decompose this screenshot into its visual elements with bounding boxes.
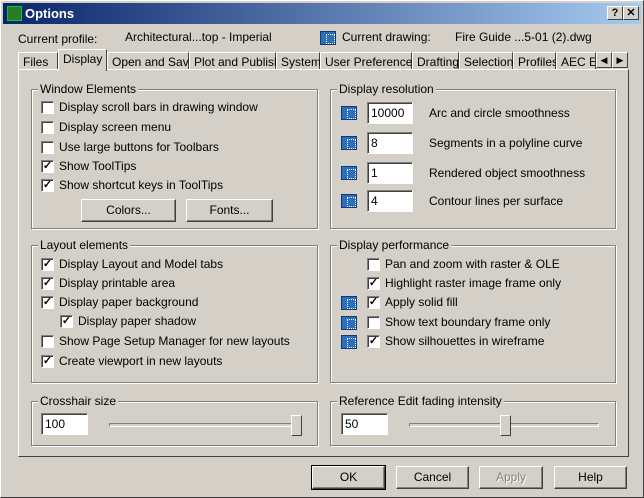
checkbox[interactable]	[41, 335, 54, 348]
group-title: Display performance	[337, 238, 452, 252]
checkbox[interactable]: ✓	[367, 335, 380, 348]
checkbox-label: Pan and zoom with raster & OLE	[385, 257, 560, 271]
checkbox-label: Show text boundary frame only	[385, 315, 551, 329]
checkbox-label: Create viewport in new layouts	[59, 354, 223, 368]
tab-user-preferences[interactable]: User Preferences	[320, 52, 418, 70]
app-icon	[7, 6, 22, 21]
checkbox[interactable]: ✓	[41, 296, 54, 309]
crosshair-size-slider-thumb[interactable]	[291, 415, 302, 436]
group-title: Window Elements	[38, 82, 139, 96]
drawing-setting-icon	[341, 166, 357, 180]
resolution-input[interactable]: 8	[367, 132, 413, 154]
checkbox-label: Display scroll bars in drawing window	[59, 100, 258, 114]
resolution-label: Rendered object smoothness	[429, 166, 586, 180]
window-title: Options	[25, 6, 75, 21]
fonts-button[interactable]: Fonts...	[186, 199, 273, 222]
resolution-label: Segments in a polyline curve	[429, 136, 583, 150]
drawing-setting-icon	[341, 296, 357, 310]
checkbox[interactable]: ✓	[367, 296, 380, 309]
group-title: Reference Edit fading intensity	[337, 394, 504, 408]
checkbox-label: Display printable area	[59, 276, 176, 290]
group-title: Layout elements	[38, 238, 131, 252]
group-title: Display resolution	[337, 82, 436, 96]
tab-display[interactable]: Display	[58, 49, 107, 71]
tab-drafting[interactable]: Drafting	[412, 52, 459, 70]
group-title: Crosshair size	[38, 394, 119, 408]
checkbox[interactable]: ✓	[367, 277, 380, 290]
checkbox[interactable]: ✓	[41, 179, 54, 192]
drawing-setting-icon	[341, 316, 357, 330]
checkbox[interactable]	[41, 141, 54, 154]
checkbox-label: Highlight raster image frame only	[385, 276, 562, 290]
checkbox-label: Apply solid fill	[385, 295, 458, 309]
tab-system[interactable]: System	[276, 52, 321, 70]
checkbox[interactable]: ✓	[41, 277, 54, 290]
crosshair-size-input[interactable]: 100	[41, 413, 88, 435]
resolution-label: Contour lines per surface	[429, 194, 564, 208]
checkbox[interactable]: ✓	[41, 160, 54, 173]
colors-button[interactable]: Colors...	[81, 199, 176, 222]
checkbox-label: Show silhouettes in wireframe	[385, 334, 545, 348]
resolution-input[interactable]: 1	[367, 162, 413, 184]
checkbox[interactable]: ✓	[41, 258, 54, 271]
current-drawing-value: Fire Guide ...5-01 (2).dwg	[455, 30, 592, 44]
tab-scroll-left-button[interactable]: ◀	[596, 52, 612, 68]
ok-button[interactable]: OK	[311, 465, 386, 490]
drawing-setting-icon	[341, 136, 357, 150]
resolution-input[interactable]: 10000	[367, 102, 413, 124]
reference-edit-fading-slider-thumb[interactable]	[500, 415, 511, 436]
tab-scroll-right-button[interactable]: ▶	[612, 52, 628, 68]
current-profile-label: Current profile:	[18, 32, 98, 46]
checkbox[interactable]	[367, 258, 380, 271]
tab-files[interactable]: Files	[18, 52, 58, 70]
cancel-button[interactable]: Cancel	[396, 466, 469, 489]
checkbox[interactable]: ✓	[41, 355, 54, 368]
checkbox[interactable]	[41, 121, 54, 134]
current-profile-value: Architectural...top - Imperial	[125, 30, 272, 44]
drawing-setting-icon	[341, 335, 357, 349]
tab-plot-and-publish[interactable]: Plot and Publish	[189, 52, 281, 70]
tab-open-and-save[interactable]: Open and Save	[107, 52, 195, 70]
drawing-setting-icon	[341, 194, 357, 208]
title-bar: Options ? ✕	[3, 3, 641, 24]
current-drawing-label: Current drawing:	[342, 30, 431, 44]
checkbox-label: Display Layout and Model tabs	[59, 257, 224, 271]
checkbox-label: Use large buttons for Toolbars	[59, 140, 219, 154]
tab-profiles[interactable]: Profiles	[513, 52, 558, 70]
checkbox-label: Show ToolTips	[59, 159, 137, 173]
drawing-icon	[320, 31, 336, 45]
help-dialog-button[interactable]: Help	[554, 466, 627, 489]
checkbox[interactable]: ✓	[60, 315, 73, 328]
help-button[interactable]: ?	[607, 6, 623, 20]
apply-button[interactable]: Apply	[479, 466, 543, 489]
crosshair-size-slider-track[interactable]	[109, 423, 299, 427]
resolution-label: Arc and circle smoothness	[429, 106, 570, 120]
checkbox-label: Display paper background	[59, 295, 199, 309]
tab-selection[interactable]: Selection	[459, 52, 513, 70]
tab-aec-editor[interactable]: AEC Ed	[556, 52, 596, 70]
close-button[interactable]: ✕	[623, 6, 639, 20]
checkbox[interactable]	[367, 316, 380, 329]
checkbox-label: Display paper shadow	[78, 314, 197, 328]
checkbox[interactable]	[41, 101, 54, 114]
reference-edit-fading-input[interactable]: 50	[341, 413, 388, 435]
checkbox-label: Show shortcut keys in ToolTips	[59, 178, 224, 192]
resolution-input[interactable]: 4	[367, 190, 413, 212]
checkbox-label: Show Page Setup Manager for new layouts	[59, 334, 290, 348]
drawing-setting-icon	[341, 106, 357, 120]
checkbox-label: Display screen menu	[59, 120, 172, 134]
options-dialog: Options ? ✕ Current profile: Architectur…	[0, 0, 644, 498]
